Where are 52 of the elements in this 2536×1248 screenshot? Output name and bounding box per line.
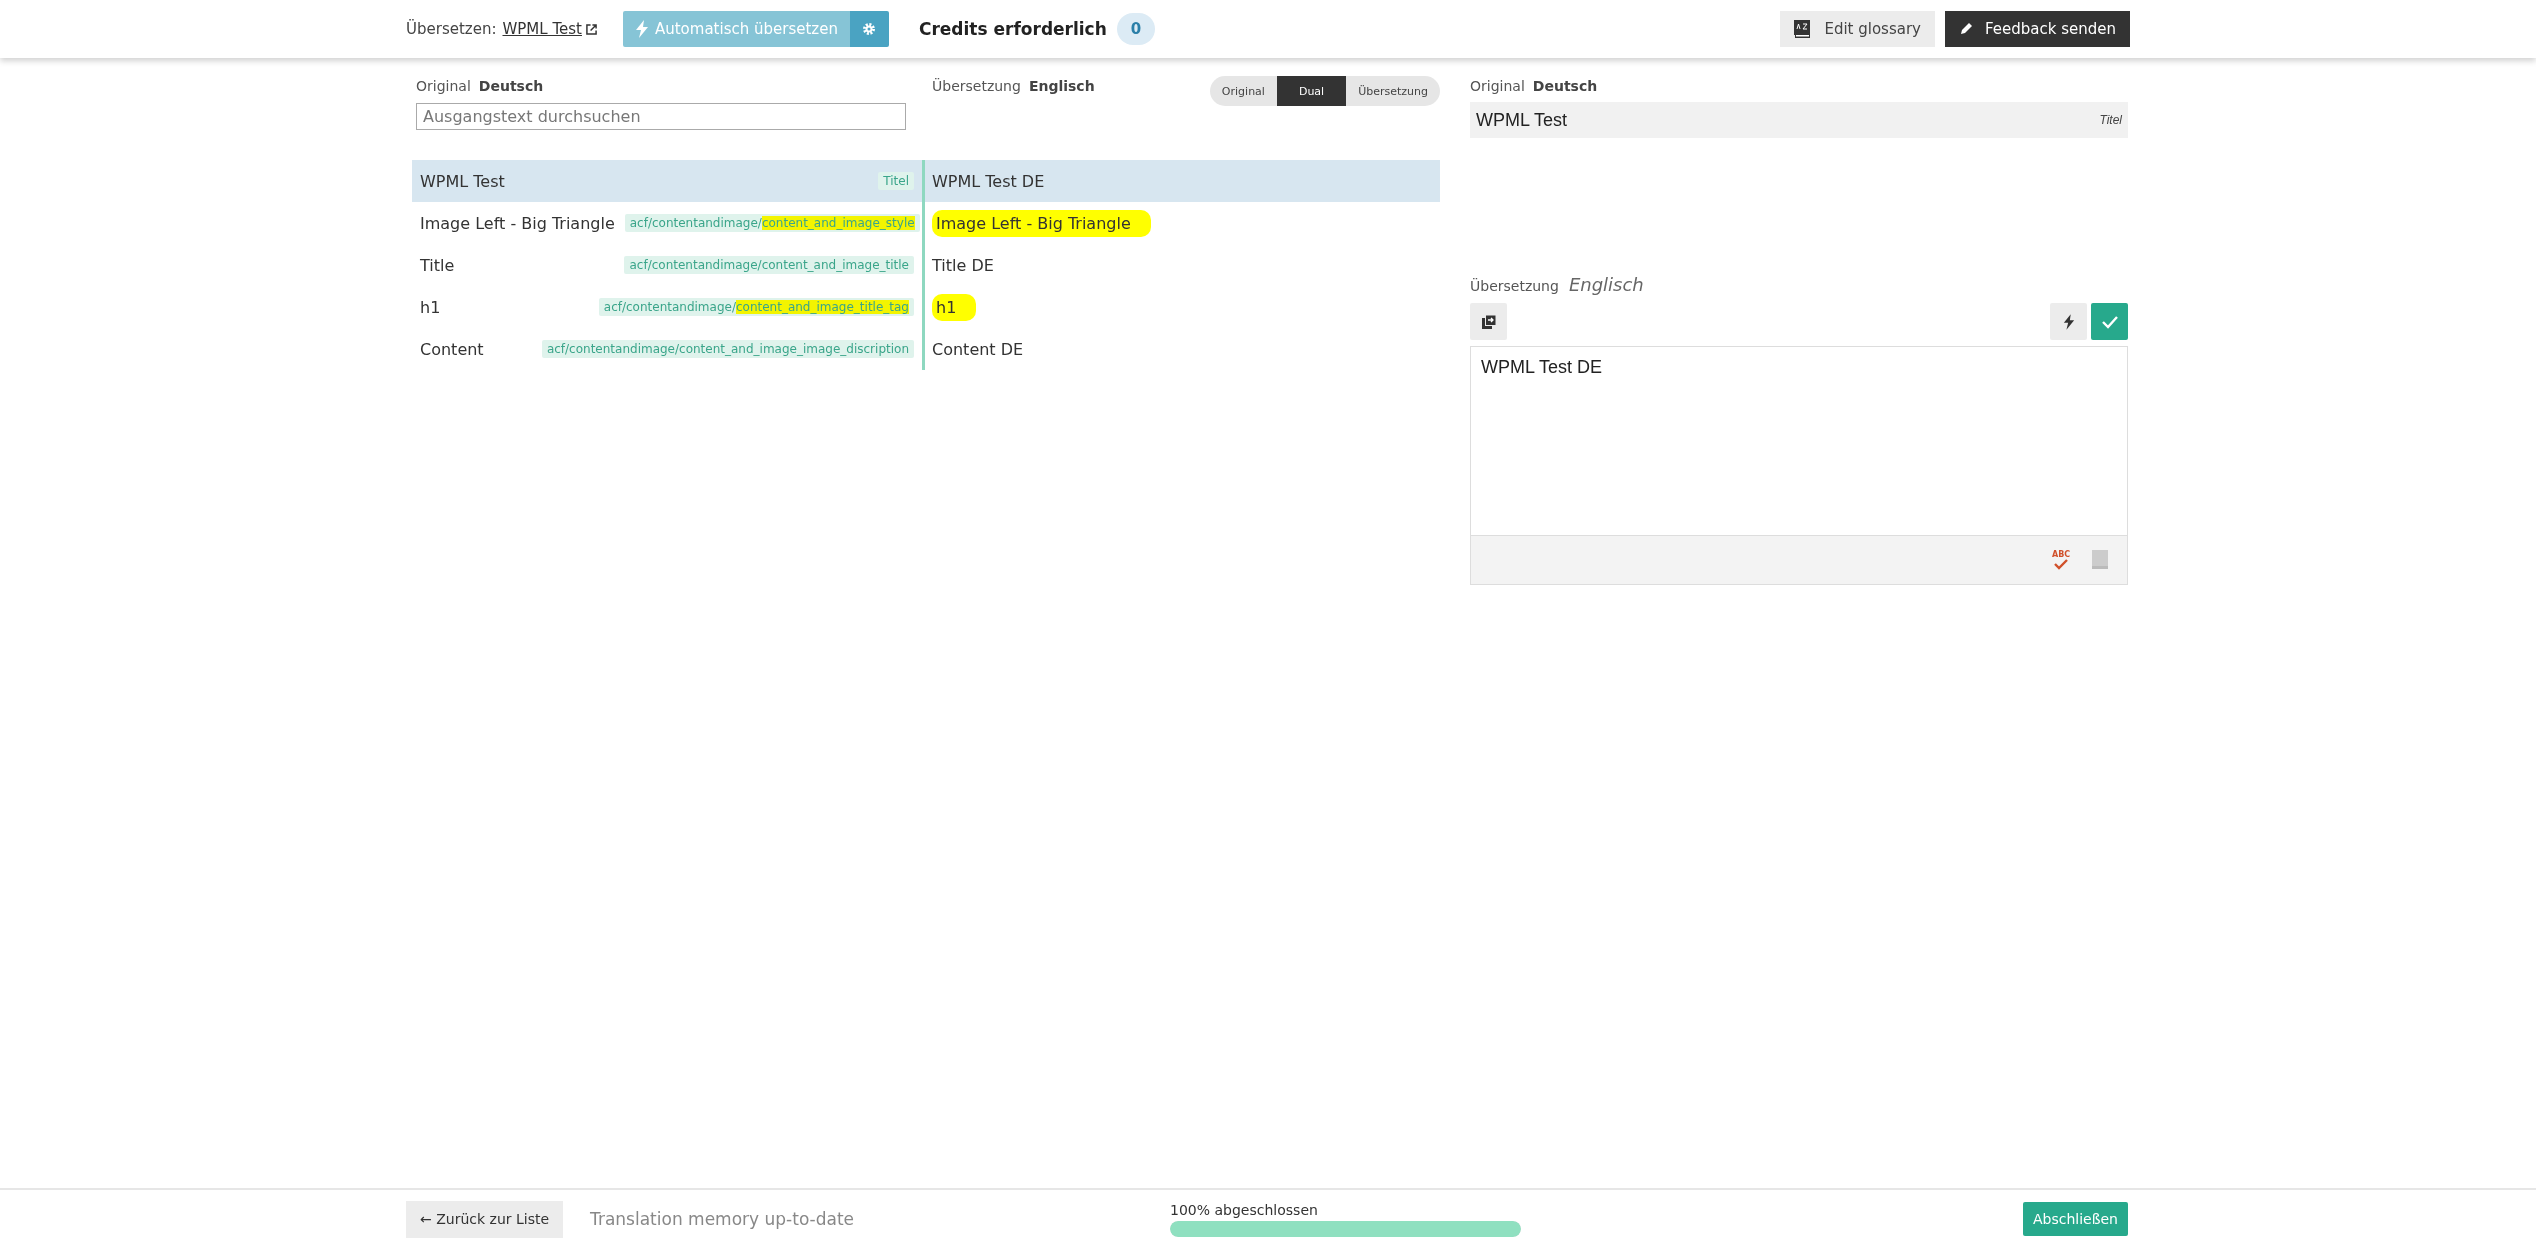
source-language: Deutsch (1532, 78, 1598, 94)
translation-editor[interactable]: WPML Test DE ABC (1470, 346, 2128, 585)
credits-label: Credits erforderlich (918, 19, 1107, 39)
segment-row[interactable]: WPML Test Titel WPML Test DE (412, 160, 1440, 202)
edit-glossary-button[interactable]: Edit glossary (1780, 11, 1935, 47)
copy-icon (1481, 314, 1496, 329)
target-language: Englisch (1568, 274, 1644, 295)
lightning-icon (2062, 313, 2075, 330)
back-to-list-button[interactable]: ← Zurück zur Liste (406, 1200, 564, 1238)
settings-icon (862, 22, 877, 36)
source-language: Deutsch (478, 78, 544, 94)
translation-text: h1 (932, 293, 977, 321)
view-mode-tab[interactable]: Original (1209, 76, 1277, 106)
source-text: Image Left - Big Triangle (420, 213, 615, 233)
source-text: Content (420, 339, 484, 359)
original-label: Original (1470, 78, 1525, 94)
search-field[interactable]: Ausgangstext durchsuchen (416, 103, 906, 130)
translation-text: Image Left - Big Triangle (932, 209, 1151, 237)
target-language: Englisch (1028, 78, 1095, 94)
segment-row[interactable]: Title acf/contentandimage/content_and_image_title Title DE (412, 244, 1440, 286)
translation-text: Content DE (932, 338, 1025, 361)
source-text: Title (420, 255, 455, 275)
glossary-book-icon (1794, 20, 1811, 38)
translation-text: WPML Test DE (932, 170, 1046, 193)
pencil-icon (1959, 22, 1973, 36)
source-text: WPML Test (420, 171, 505, 191)
copy-button[interactable] (1470, 303, 1507, 340)
document-link[interactable]: WPML Test (502, 20, 582, 38)
field-type-label: Titel (2099, 113, 2122, 127)
original-label: Original (416, 78, 471, 94)
field-path-tag: acf/contentandimage/content_and_image_image_discription (541, 340, 914, 358)
view-mode-tab[interactable]: Übersetzung (1346, 76, 1440, 106)
source-text: h1 (420, 297, 441, 317)
field-path-tag: acf/contentandimage/content_and_image_title (624, 256, 914, 274)
feedback-button[interactable]: Feedback senden (1945, 11, 2130, 47)
lightning-icon (634, 20, 649, 38)
external-link-icon (585, 23, 597, 35)
translation-label: Übersetzung (1470, 278, 1559, 294)
memory-status: Translation memory up-to-date (590, 1209, 856, 1229)
progress-label: 100% abgeschlossen (1170, 1201, 1319, 1218)
view-mode-tab[interactable]: Dual (1276, 76, 1347, 106)
auto-translate-segment-button[interactable] (2050, 303, 2087, 340)
settings-button[interactable] (849, 11, 889, 47)
translate-label: Übersetzen: (406, 20, 497, 38)
translation-label: Übersetzung (932, 78, 1021, 94)
field-path-tag: Titel (878, 172, 914, 190)
original-text: WPML Test (1476, 109, 1568, 131)
glossary-book-icon[interactable] (2091, 550, 2109, 570)
segment-row[interactable]: Content acf/contentandimage/content_and_image_image_discription Content DE (412, 328, 1440, 370)
checkmark-icon (2101, 314, 2118, 329)
credits-count: 0 (1116, 13, 1156, 45)
translation-text: Title DE (932, 254, 995, 277)
